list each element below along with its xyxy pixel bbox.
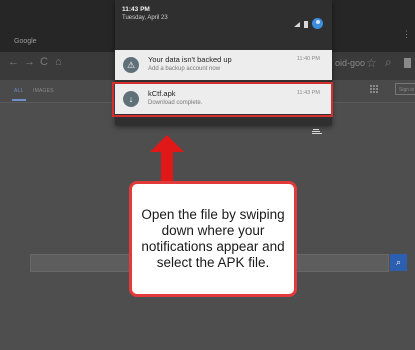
status-icons bbox=[294, 18, 324, 30]
instruction-callout: Open the file by swiping down where your… bbox=[129, 181, 297, 297]
notification-title: Your data isn't backed up bbox=[148, 55, 232, 64]
forward-icon[interactable]: → bbox=[24, 56, 35, 68]
download-highlight-box bbox=[112, 82, 333, 117]
warning-icon: ⚠ bbox=[123, 57, 139, 73]
notification-time: 11:40 PM bbox=[296, 56, 320, 62]
shade-handle-icon[interactable] bbox=[312, 129, 322, 135]
callout-text: Open the file by swiping down where your… bbox=[141, 207, 285, 270]
home-icon[interactable]: ⌂ bbox=[55, 56, 62, 68]
signal-icon bbox=[294, 22, 300, 27]
overflow-menu-icon[interactable]: ⋮ bbox=[402, 30, 411, 39]
battery-icon bbox=[304, 21, 308, 28]
signin-button[interactable]: Sign in bbox=[395, 83, 415, 95]
browser-menu-fragment bbox=[404, 58, 411, 68]
address-bar[interactable]: oid-goo bbox=[335, 58, 365, 68]
status-time: 11:43 PM bbox=[122, 6, 150, 13]
notification-text: Add a backup account now bbox=[148, 66, 221, 72]
active-tab-indicator bbox=[12, 99, 26, 101]
star-icon[interactable]: ☆ bbox=[366, 56, 377, 70]
search-button[interactable]: ⌕ bbox=[390, 254, 407, 271]
tab-all[interactable]: ALL bbox=[14, 88, 24, 94]
apps-grid-icon[interactable] bbox=[370, 85, 378, 93]
notification-backup[interactable]: ⚠ Your data isn't backed up Add a backup… bbox=[115, 50, 332, 80]
account-icon[interactable] bbox=[312, 18, 323, 29]
arrow-shaft bbox=[161, 152, 173, 182]
back-icon[interactable]: ← bbox=[8, 56, 19, 68]
tab-images[interactable]: IMAGES bbox=[33, 88, 54, 94]
browser-tab-title[interactable]: Google bbox=[14, 38, 37, 45]
reload-icon[interactable]: C bbox=[40, 56, 48, 68]
arrow-head-icon bbox=[150, 135, 184, 152]
status-date: Tuesday, April 23 bbox=[122, 15, 168, 21]
search-icon[interactable]: ⌕ bbox=[385, 55, 392, 70]
